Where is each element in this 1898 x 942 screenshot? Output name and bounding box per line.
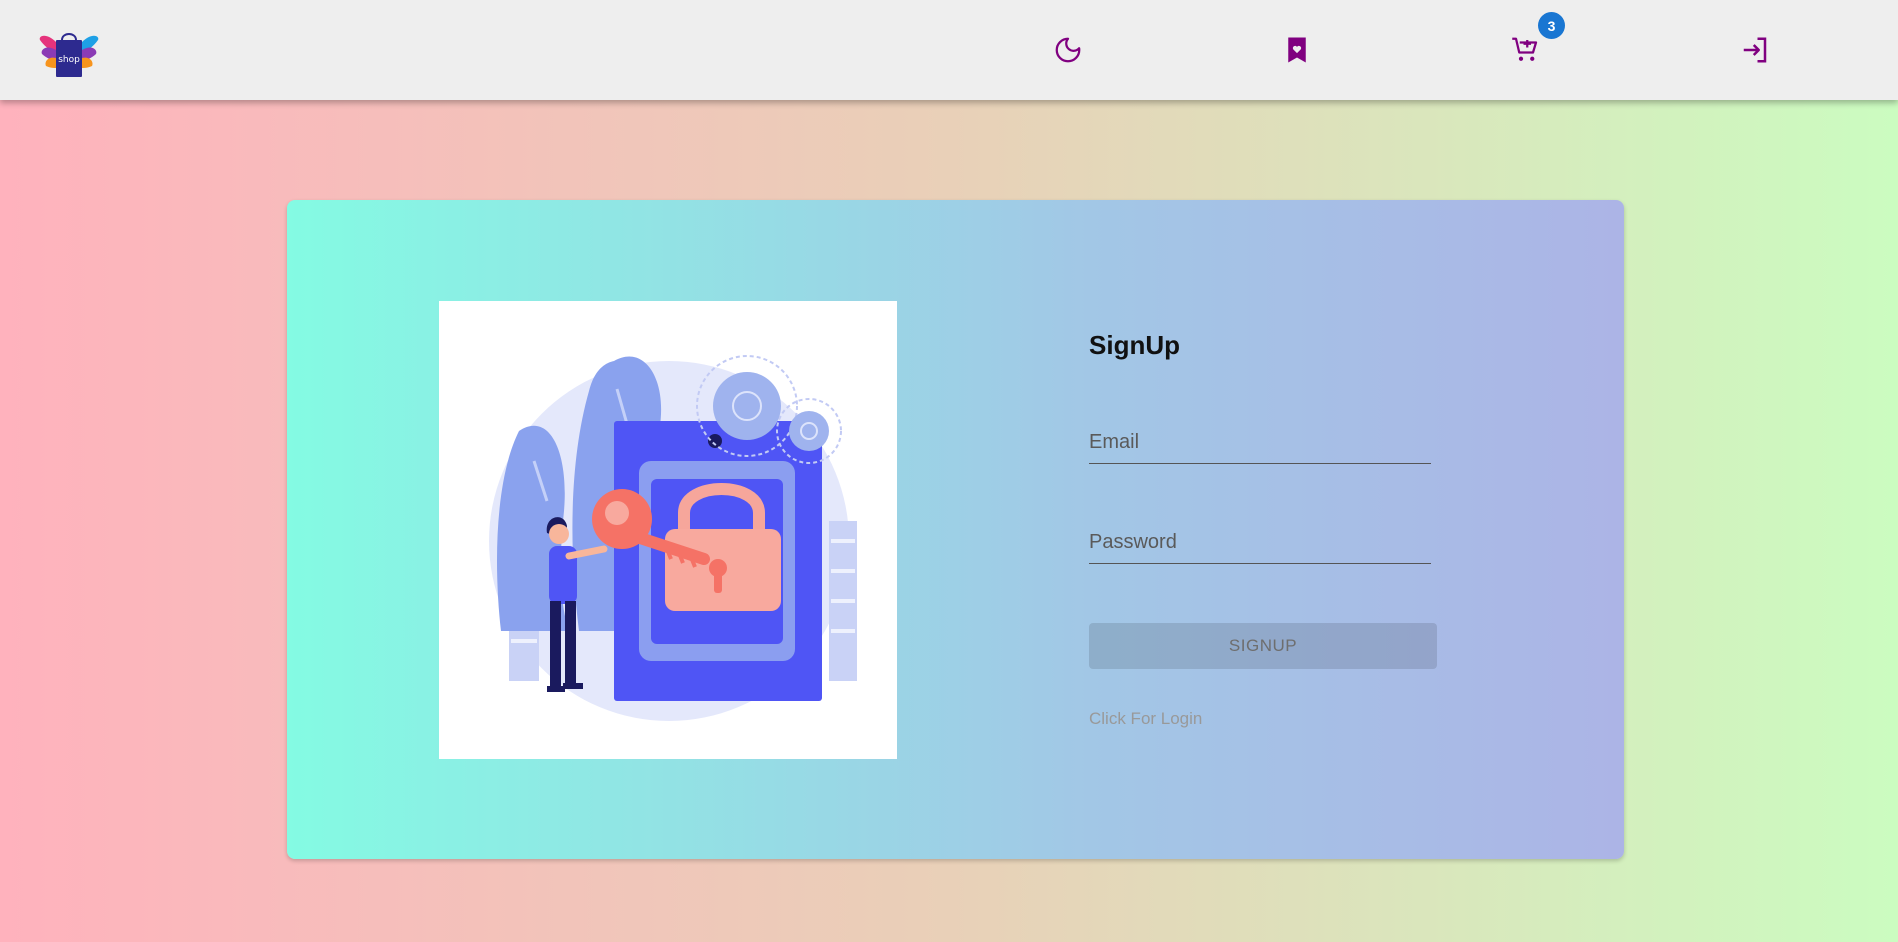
shop-logo[interactable]: shop xyxy=(38,28,100,80)
login-link[interactable]: Click For Login xyxy=(1089,709,1202,729)
signup-card: SignUp SIGNUP Click For Login xyxy=(287,200,1624,859)
password-field[interactable] xyxy=(1089,522,1431,562)
logo-text: shop xyxy=(58,55,80,65)
form-title: SignUp xyxy=(1089,330,1180,360)
email-field-wrapper xyxy=(1089,422,1431,464)
signup-button[interactable]: SIGNUP xyxy=(1089,623,1437,669)
cart-add-icon[interactable] xyxy=(1508,32,1544,68)
email-field[interactable] xyxy=(1089,422,1431,462)
navbar: shop 3 xyxy=(0,0,1898,100)
security-illustration xyxy=(439,301,897,759)
moon-icon[interactable] xyxy=(1050,32,1086,68)
password-field-wrapper xyxy=(1089,522,1431,564)
login-icon[interactable] xyxy=(1737,32,1773,68)
bookmark-heart-icon[interactable] xyxy=(1279,32,1315,68)
signup-form: SignUp SIGNUP Click For Login xyxy=(1089,200,1589,859)
cart-count-badge: 3 xyxy=(1538,12,1565,39)
